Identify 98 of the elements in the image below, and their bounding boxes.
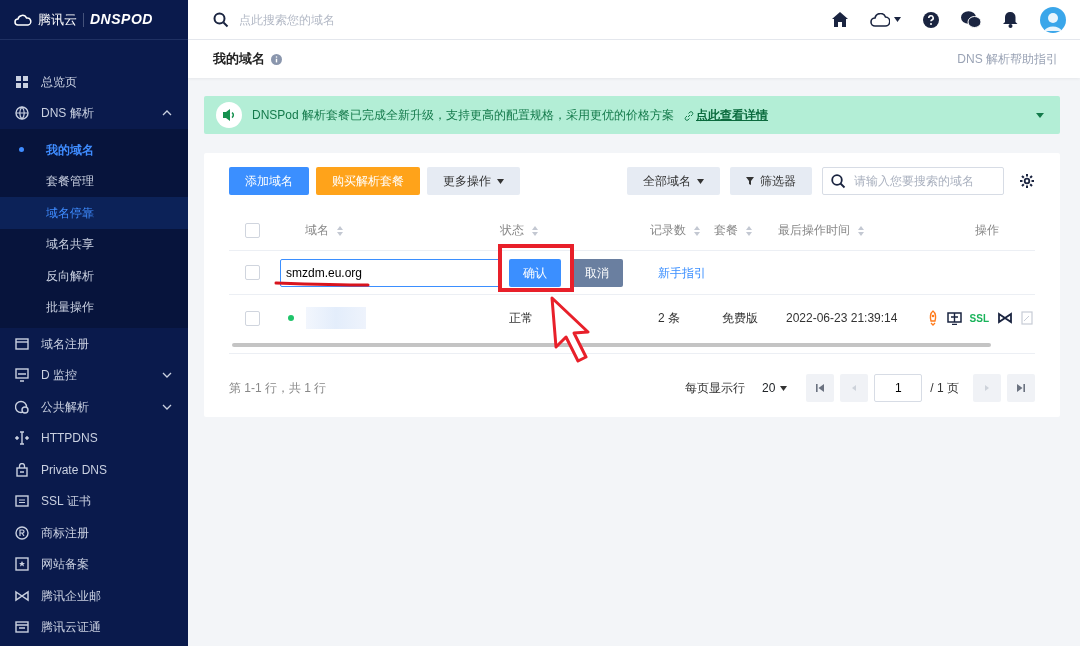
banner-text: DNSPod 解析套餐已完成全新升级，支持更高的配置规格，采用更优的价格方案 [252, 107, 675, 124]
sidebar-item[interactable]: 总览页 [0, 66, 188, 98]
globe-icon [15, 106, 29, 121]
checkbox[interactable] [245, 222, 260, 238]
dropdown-button[interactable]: 全部域名 [627, 167, 720, 195]
pagination-summary: 第 1-1 行，共 1 行 [229, 380, 327, 397]
sidebar-item-label: 总览页 [41, 73, 77, 91]
grid-icon [15, 74, 29, 89]
column-header[interactable]: 记录数 [650, 223, 686, 237]
cloud-menu-button[interactable] [870, 12, 901, 27]
plan-text: 免费版 [722, 311, 758, 325]
column-header[interactable]: 最后操作时间 [778, 223, 850, 237]
sidebar-item-label: 商标注册 [41, 524, 89, 542]
search-icon [213, 11, 229, 28]
window-icon [15, 620, 29, 635]
help-icon[interactable] [923, 11, 939, 28]
bell-icon[interactable] [1003, 11, 1018, 28]
search-field[interactable]: 点此搜索您的域名 [237, 9, 537, 30]
column-header[interactable]: 套餐 [714, 223, 738, 237]
submenu-item[interactable]: 批量操作 [0, 291, 188, 323]
submenu-item[interactable]: 反向解析 [0, 260, 188, 292]
window-icon [15, 336, 29, 351]
column-header: 操作 [975, 223, 999, 237]
first-page-icon[interactable] [806, 374, 835, 402]
monitor-icon[interactable] [946, 311, 962, 325]
page-input[interactable]: 1 [874, 374, 923, 402]
sidebar-item[interactable]: 网站备案 [0, 548, 188, 580]
arrow-pointer [550, 296, 590, 364]
registered-icon [15, 525, 29, 540]
sidebar-item-label: SSL 证书 [41, 493, 91, 511]
settings-icon[interactable] [1019, 173, 1035, 189]
submenu-item[interactable]: 我的域名 [0, 134, 188, 166]
logo-product-text: DNSPOD [90, 10, 153, 29]
star-frame-icon [15, 557, 29, 572]
checkbox[interactable] [245, 310, 260, 326]
column-header[interactable]: 域名 [305, 223, 329, 237]
per-page-label: 每页显示行 [684, 380, 745, 397]
domain-input[interactable]: smzdm.eu.org [280, 258, 500, 287]
chat-icon[interactable] [961, 11, 981, 28]
submenu-item[interactable]: 域名停靠 [0, 197, 188, 229]
sidebar-item[interactable]: 腾讯企业邮 [0, 580, 188, 612]
sidebar-item[interactable]: DNS 解析 [0, 97, 188, 129]
per-page-select[interactable]: 20 [760, 378, 789, 398]
caret-down-icon[interactable] [1036, 112, 1044, 118]
details-link[interactable]: 点此查看详情 [684, 106, 769, 124]
sidebar-item-label: 腾讯云证通 [41, 619, 101, 637]
bowtie-icon [15, 588, 29, 603]
caret-icon[interactable] [780, 385, 788, 391]
timestamp: 2022-06-23 21:39:14 [786, 311, 898, 325]
document-icon [15, 494, 29, 509]
avatar-icon[interactable] [1040, 6, 1066, 33]
sidebar-item-label: Private DNS [41, 461, 108, 479]
sidebar-item-label: HTTPDNS [41, 430, 98, 448]
checkbox[interactable] [245, 265, 260, 280]
monitor-icon [15, 368, 29, 383]
active-dot [19, 147, 24, 152]
sidebar-item-label: 公共解析 [41, 398, 89, 416]
caret-icon[interactable] [497, 178, 504, 184]
dropdown-button[interactable]: 更多操作 [427, 167, 520, 195]
home-icon[interactable] [832, 12, 848, 27]
status-text: 正常 [509, 311, 533, 325]
logo-brand-text: 腾讯云 [38, 10, 77, 29]
sidebar-item-label: 域名注册 [41, 335, 89, 353]
sidebar-item[interactable]: 公共解析 [0, 391, 188, 423]
sidebar-item[interactable]: 商标注册 [0, 517, 188, 549]
globe-icon [15, 399, 29, 414]
sidebar-item-label: 腾讯企业邮 [41, 587, 101, 605]
filter-button[interactable]: 筛选器 [730, 167, 812, 195]
bowtie-icon[interactable] [997, 312, 1013, 324]
sidebar-item[interactable]: SSL 证书 [0, 485, 188, 517]
cancel-button[interactable]: 取消 [571, 258, 623, 287]
submenu-item[interactable]: 套餐管理 [0, 165, 188, 197]
info-icon [271, 53, 282, 65]
speaker-icon [216, 102, 242, 128]
sidebar-item-label: DNS 解析 [41, 105, 94, 123]
search-box[interactable]: 请输入您要搜索的域名 [822, 167, 1004, 195]
sidebar-item[interactable]: HTTPDNS [0, 422, 188, 454]
sidebar-item[interactable]: D 监控 [0, 359, 188, 391]
page-title: 我的域名 [213, 50, 265, 69]
sidebar-item-label: D 监控 [41, 367, 77, 385]
sidebar-item[interactable]: Private DNS [0, 454, 188, 486]
filter-icon[interactable] [746, 177, 754, 185]
link-icon[interactable] [684, 110, 695, 121]
record-count: 2 条 [658, 311, 680, 325]
page-total: / 1 页 [930, 380, 959, 397]
caret-icon[interactable] [894, 17, 901, 22]
sidebar-item[interactable]: 域名注册 [0, 328, 188, 360]
sidebar-item-label: 网站备案 [41, 556, 89, 574]
blurred-domain-placeholder [306, 307, 366, 329]
last-page-icon[interactable] [1007, 374, 1035, 402]
column-header[interactable]: 状态 [500, 223, 524, 237]
search-icon[interactable] [831, 173, 846, 189]
node-icon [15, 431, 29, 446]
caret-icon[interactable] [697, 178, 704, 184]
lock-icon [15, 462, 29, 477]
submenu-item[interactable]: 域名共享 [0, 228, 188, 260]
cloud-logo-icon [14, 13, 32, 26]
sidebar-item[interactable]: 腾讯云证通 [0, 611, 188, 643]
